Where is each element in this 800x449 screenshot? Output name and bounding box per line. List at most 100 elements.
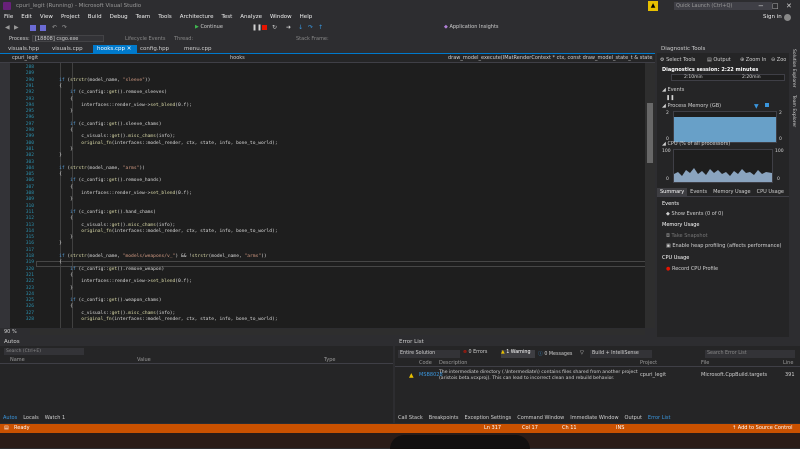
tab-breakpoints[interactable]: Breakpoints (426, 414, 462, 422)
col-code[interactable]: Code (419, 360, 432, 366)
memory-section-label[interactable]: ◢ Process Memory (GB) (662, 103, 721, 109)
scope-select[interactable]: Entire Solution (398, 350, 460, 358)
menu-build[interactable]: Build (84, 13, 106, 22)
tab-events[interactable]: Events (687, 188, 710, 196)
code-line[interactable]: 308 interfaces::render_view->set_blend(0… (0, 191, 655, 197)
code-line[interactable]: 302 } (0, 153, 655, 159)
menu-architecture[interactable]: Architecture (176, 13, 218, 22)
zoom-level[interactable]: 90 % (4, 329, 17, 335)
events-section-label[interactable]: ◢ Events (662, 87, 684, 93)
menu-window[interactable]: Window (266, 13, 296, 22)
zoom-out-button[interactable]: ⊖ Zoo (771, 57, 786, 63)
heap-profiling-toggle[interactable]: ▣ Enable heap profiling (affects perform… (666, 243, 781, 249)
error-row[interactable]: ▲ MSB8028 The intermediate directory (.\… (395, 370, 800, 384)
project-dropdown[interactable]: cpuri_legit (12, 55, 38, 61)
error-search-input[interactable]: Search Error List (705, 350, 795, 358)
code-line[interactable]: 316 } (0, 241, 655, 247)
back-icon[interactable]: ◀ (5, 24, 10, 31)
code-line[interactable]: 301 } (0, 147, 655, 153)
save-icon[interactable] (30, 25, 36, 31)
pause-icon[interactable]: ❚❚ (252, 24, 262, 31)
step-out-icon[interactable]: ↑ (318, 24, 323, 31)
tab-output[interactable]: Output (622, 414, 645, 422)
col-description[interactable]: Description (439, 360, 467, 366)
menu-edit[interactable]: Edit (17, 13, 36, 22)
code-line[interactable]: 315 } (0, 235, 655, 241)
tab-watch-1[interactable]: Watch 1 (42, 414, 68, 422)
code-line[interactable]: 294 interfaces::render_view->set_blend(0… (0, 103, 655, 109)
app-insights-button[interactable]: ◆ Application Insights (444, 24, 499, 30)
tab-locals[interactable]: Locals (20, 414, 42, 422)
code-line[interactable]: 289 (0, 71, 655, 77)
code-line[interactable]: 297 if (c_config::get().sleeve_chams) (0, 122, 655, 128)
code-line[interactable]: 312 { (0, 216, 655, 222)
code-line[interactable]: 314 original_fn(interfaces::model_render… (0, 229, 655, 235)
horizontal-scrollbar[interactable] (30, 329, 645, 335)
tab-memory-usage[interactable]: Memory Usage (710, 188, 754, 196)
output-button[interactable]: ▤ Output (707, 57, 731, 63)
menu-help[interactable]: Help (296, 13, 317, 22)
col-name[interactable]: Name (10, 357, 25, 363)
forward-icon[interactable]: ▶ (14, 24, 19, 31)
sign-in-link[interactable]: Sign in (763, 14, 782, 20)
notification-icon[interactable]: ▲ (648, 1, 658, 11)
col-value[interactable]: Value (137, 357, 151, 363)
tab-autos[interactable]: Autos (0, 414, 20, 422)
code-line[interactable]: 325 if (c_config::get().weapon_chams) (0, 298, 655, 304)
lifecycle-events-button[interactable]: Lifecycle Events (125, 36, 165, 42)
code-editor[interactable]: 288 289 290 if (strstr(model_name, "sleeve… (0, 63, 655, 328)
code-line[interactable]: 317 (0, 248, 655, 254)
autos-search-input[interactable]: Search (Ctrl+E) (4, 348, 84, 355)
code-line[interactable]: 288 (0, 65, 655, 71)
step-over-icon[interactable]: ↷ (308, 24, 313, 31)
redo-icon[interactable]: ↷ (62, 24, 67, 31)
code-line[interactable]: 292 if (c_config::get().remove_sleeves) (0, 90, 655, 96)
continue-button[interactable]: ▶ Continue (195, 24, 223, 32)
code-line[interactable]: 307 { (0, 185, 655, 191)
stop-icon[interactable] (262, 25, 267, 30)
code-line[interactable]: 313 c_visuals::get().misc_chams(info); (0, 223, 655, 229)
col-project[interactable]: Project (640, 360, 657, 366)
tab-summary[interactable]: Summary (657, 188, 688, 196)
restart-icon[interactable]: ↻ (272, 24, 277, 31)
menu-team[interactable]: Team (132, 13, 155, 22)
tab-call-stack[interactable]: Call Stack (395, 414, 426, 422)
code-line[interactable]: 320 if (c_config::get().remove_weapon) (0, 267, 655, 273)
minimize-button[interactable]: − (758, 2, 764, 10)
record-cpu-profile-button[interactable]: ● Record CPU Profile (666, 266, 718, 272)
side-tab-team-explorer[interactable]: Team Explorer (791, 95, 796, 127)
tab-error-list[interactable]: Error List (645, 414, 674, 422)
code-line[interactable]: 306 if (c_config::get().remove_hands) (0, 178, 655, 184)
source-control-button[interactable]: ↑ Add to Source Control (732, 425, 793, 431)
code-line[interactable]: 309 } (0, 197, 655, 203)
show-next-statement-icon[interactable]: ➜ (286, 24, 291, 31)
code-line[interactable]: 326 { (0, 304, 655, 310)
code-line[interactable]: 300 original_fn(interfaces::model_render… (0, 141, 655, 147)
maximize-button[interactable]: □ (772, 2, 779, 10)
code-line[interactable]: 295 } (0, 109, 655, 115)
show-events-link[interactable]: ◆ Show Events (0 of 0) (666, 211, 723, 217)
process-select[interactable]: [18808] csgo.exe (32, 35, 104, 42)
close-button[interactable]: ✕ (786, 2, 792, 10)
col-line[interactable]: Line (783, 360, 793, 366)
function-dropdown[interactable]: draw_model_execute(IMatRenderContext * c… (448, 55, 653, 61)
undo-icon[interactable]: ↶ (52, 24, 57, 31)
account-icon[interactable] (784, 14, 791, 21)
code-line[interactable]: 318 if (strstr(model_name, "models/weapo… (0, 254, 655, 260)
build-filter-select[interactable]: Build + IntelliSense (590, 350, 652, 358)
save-all-icon[interactable] (40, 25, 46, 31)
cpu-section-label[interactable]: ◢ CPU (% of all processors) (662, 141, 730, 147)
code-line[interactable]: 327 c_visuals::get().misc_chams(info); (0, 311, 655, 317)
menu-debug[interactable]: Debug (106, 13, 132, 22)
menu-test[interactable]: Test (217, 13, 236, 22)
step-into-icon[interactable]: ↓ (298, 24, 303, 31)
side-tab-solution-explorer[interactable]: Solution Explorer (791, 49, 796, 88)
code-line[interactable]: 299 c_visuals::get().misc_chams(info); (0, 134, 655, 140)
close-tab-icon[interactable]: ✕ (125, 46, 132, 52)
menu-project[interactable]: Project (57, 13, 84, 22)
scrollbar-thumb[interactable] (647, 103, 653, 163)
select-tools-button[interactable]: ⚙ Select Tools (660, 57, 695, 63)
code-line[interactable]: 328 original_fn(interfaces::model_render… (0, 317, 655, 323)
code-line[interactable]: 322 interfaces::render_view->set_blend(0… (0, 279, 655, 285)
menu-analyze[interactable]: Analyze (236, 13, 266, 22)
